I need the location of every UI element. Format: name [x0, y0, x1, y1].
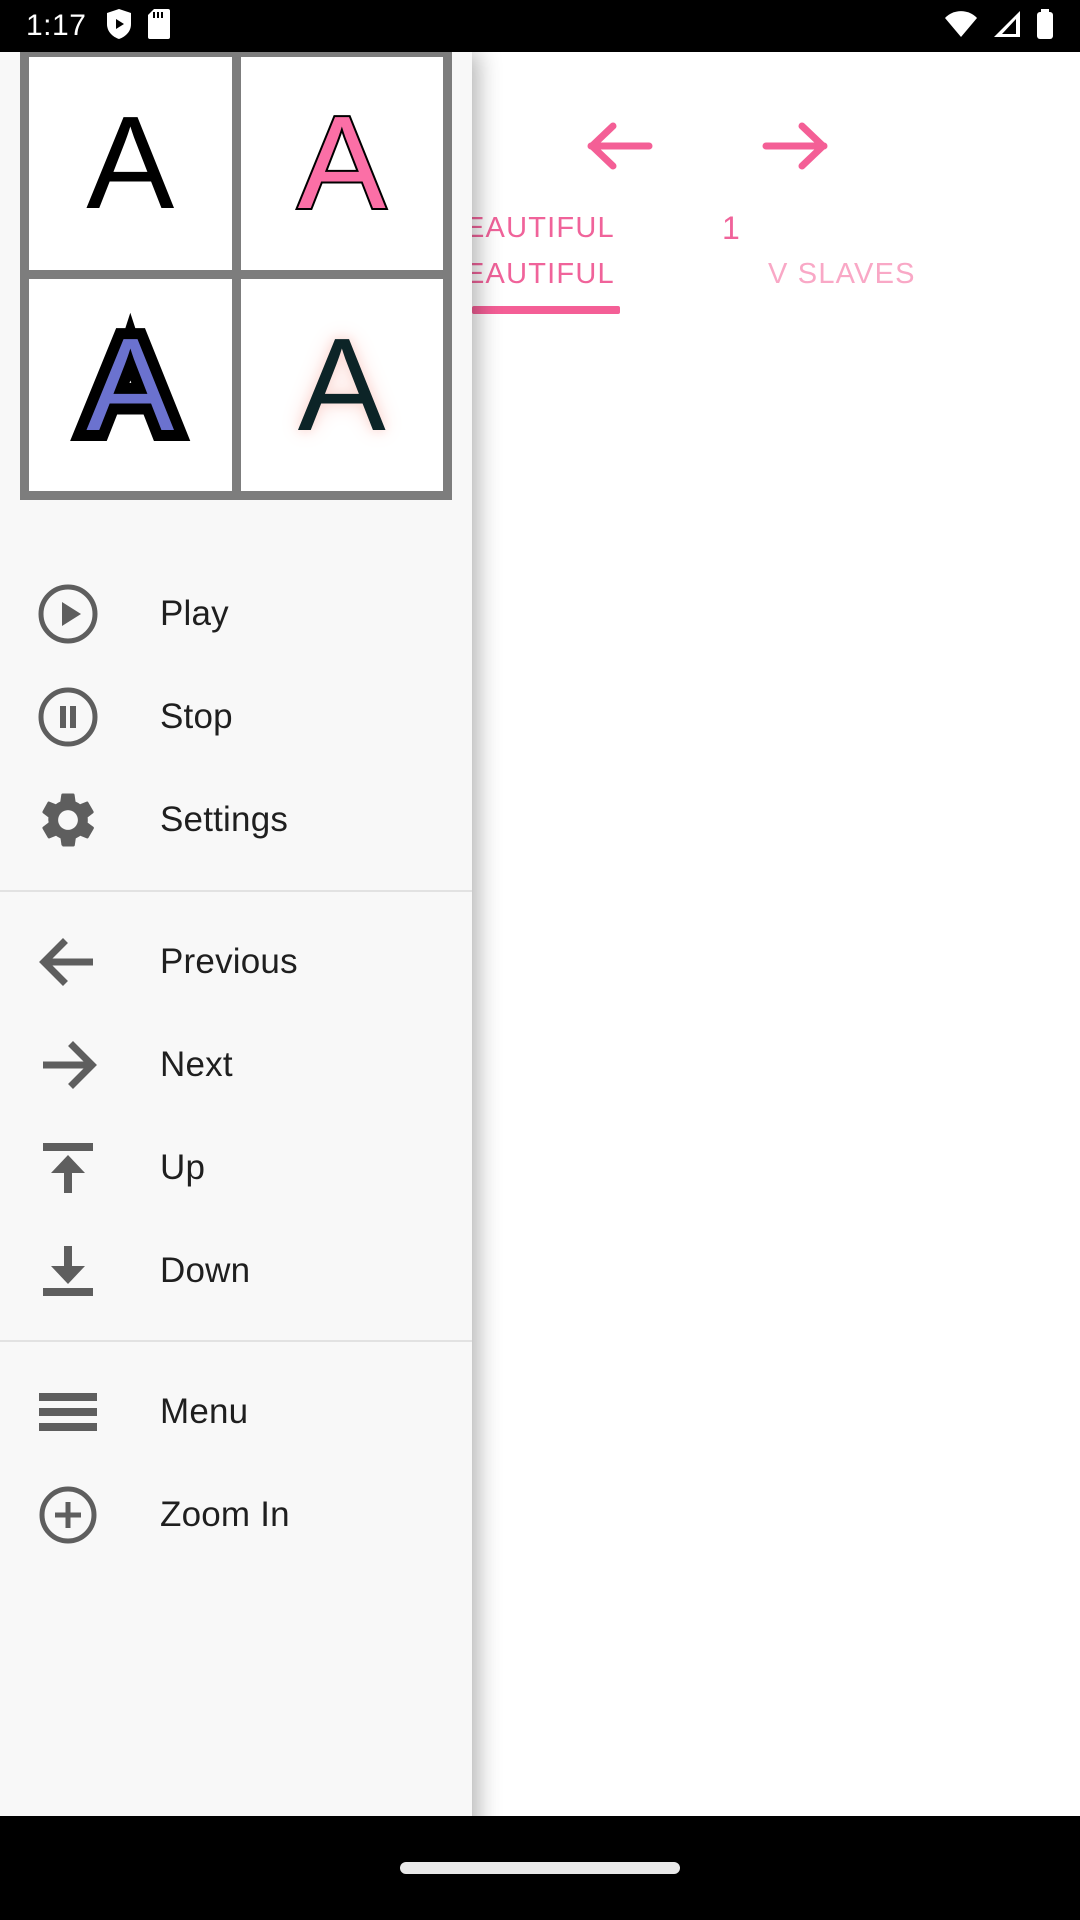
drawer-item-label: Settings — [160, 799, 289, 839]
text-style-preview-grid[interactable]: A A A A — [20, 52, 452, 500]
style-cell-pink-outlined[interactable]: A — [240, 57, 443, 270]
arrow-down-to-bar-icon — [24, 1227, 112, 1315]
tab-slaves[interactable]: V SLAVES — [768, 258, 916, 291]
drawer-item-play[interactable]: Play — [0, 562, 472, 665]
drawer-item-label: Next — [160, 1044, 233, 1084]
arrow-up-to-bar-icon — [24, 1124, 112, 1212]
tab-beautiful[interactable]: EAUTIFUL — [465, 258, 615, 291]
drawer-item-settings[interactable]: Settings — [0, 768, 472, 871]
drawer-item-stop[interactable]: Stop — [0, 665, 472, 768]
drawer-divider — [0, 890, 472, 892]
drawer-item-label: Play — [160, 593, 229, 633]
sd-card-icon — [148, 8, 171, 45]
drawer-item-label: Down — [160, 1250, 251, 1290]
status-clock: 1:17 — [26, 9, 87, 42]
navigation-drawer: A A A A Play Stop Settings Previous Next… — [0, 52, 472, 1868]
shield-play-icon — [106, 8, 132, 45]
drawer-group-playback: Play Stop Settings — [0, 562, 472, 871]
play-circle-icon — [24, 570, 112, 658]
home-gesture-pill[interactable] — [400, 1862, 680, 1874]
pause-circle-icon — [24, 673, 112, 761]
drawer-divider — [0, 1340, 472, 1342]
drawer-item-next[interactable]: Next — [0, 1013, 472, 1116]
drawer-group-misc: Menu Zoom In — [0, 1360, 472, 1566]
drawer-item-label: Up — [160, 1147, 206, 1187]
cellular-signal-icon — [992, 10, 1022, 43]
drawer-item-label: Zoom In — [160, 1494, 290, 1534]
drawer-item-previous[interactable]: Previous — [0, 910, 472, 1013]
tab-active-indicator — [472, 306, 620, 314]
book-title-header: EAUTIFUL — [465, 212, 615, 244]
arrow-right-icon — [24, 1021, 112, 1109]
status-right-icons — [944, 8, 1054, 44]
status-bar: 1:17 — [0, 0, 1080, 52]
style-cell-plain-black[interactable]: A — [29, 57, 232, 270]
drawer-item-down[interactable]: Down — [0, 1219, 472, 1322]
drawer-group-navigation: Previous Next Up Down — [0, 910, 472, 1322]
next-page-arrow-button[interactable] — [735, 108, 855, 188]
drawer-item-label: Stop — [160, 696, 233, 736]
battery-icon — [1036, 8, 1054, 44]
arrow-left-icon — [583, 117, 657, 180]
system-navigation-bar — [0, 1816, 1080, 1920]
drawer-item-up[interactable]: Up — [0, 1116, 472, 1219]
drawer-item-zoom-in[interactable]: Zoom In — [0, 1463, 472, 1566]
drawer-item-menu[interactable]: Menu — [0, 1360, 472, 1463]
gear-icon — [24, 776, 112, 864]
drawer-item-label: Menu — [160, 1391, 249, 1431]
drawer-item-label: Previous — [160, 941, 298, 981]
arrow-left-icon — [24, 918, 112, 1006]
style-cell-dark-pink-glow[interactable]: A — [240, 278, 443, 491]
hamburger-menu-icon — [24, 1368, 112, 1456]
page-number: 1 — [722, 210, 740, 246]
style-cell-blue-heavy-outline[interactable]: A — [29, 278, 232, 491]
status-left-icons — [106, 8, 171, 45]
previous-page-arrow-button[interactable] — [560, 108, 680, 188]
wifi-icon — [944, 10, 978, 43]
plus-circle-icon — [24, 1471, 112, 1559]
arrow-right-icon — [758, 117, 832, 180]
